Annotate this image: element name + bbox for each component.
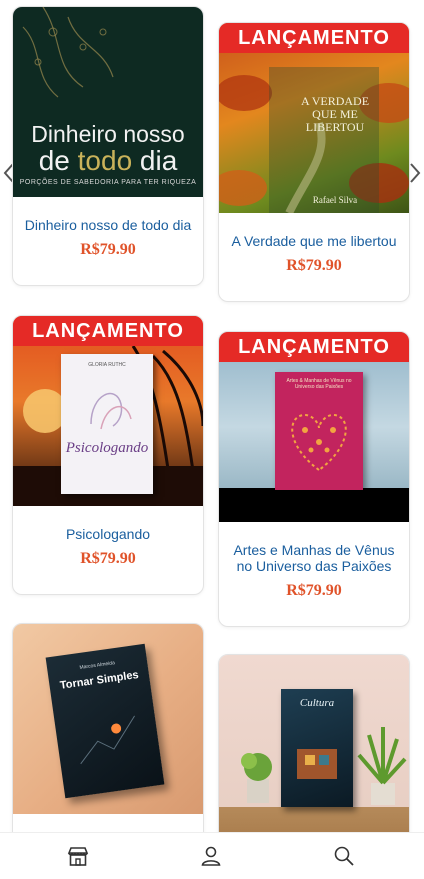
product-price: R$79.90 bbox=[286, 582, 342, 599]
cover-heading: A VERDADE QUE ME LIBERTOU bbox=[300, 94, 370, 134]
cover-subtitle: PORÇÕES DE SABEDORIA PARA TER RIQUEZA bbox=[19, 179, 197, 186]
cover-author: Rafael Silva bbox=[312, 195, 358, 205]
product-card[interactable]: LANÇAMENTO Artes & Manhas de Vênus no Un… bbox=[218, 331, 410, 627]
product-image[interactable]: LANÇAMENTO Artes & Manhas de Vênus no Un… bbox=[219, 332, 409, 522]
book-cover: Artes & Manhas de Vênus no Universo das … bbox=[275, 372, 363, 490]
product-image[interactable]: LANÇAMENTO GLORIA RUTHC Psicologando bbox=[13, 316, 203, 506]
launch-ribbon: LANÇAMENTO bbox=[13, 316, 203, 346]
product-image[interactable]: Dinheiro nosso de todo dia PORÇÕES DE SA… bbox=[13, 7, 203, 197]
cover-line-2: de todo dia bbox=[38, 145, 178, 176]
cover-line-1: Dinheiro nosso bbox=[31, 121, 185, 147]
product-title[interactable]: A Verdade que me libertou bbox=[219, 233, 409, 249]
product-image[interactable]: LANÇAMENTO A VERDADE QUE ME LIBERTOU Raf… bbox=[219, 23, 409, 213]
book-cover: Marcos Almeida Tornar Simples bbox=[45, 643, 165, 799]
product-price: R$79.90 bbox=[80, 550, 136, 567]
product-image[interactable]: Cultura bbox=[219, 655, 409, 845]
launch-ribbon: LANÇAMENTO bbox=[219, 332, 409, 362]
book-cover: Cultura bbox=[281, 689, 353, 807]
launch-ribbon: LANÇAMENTO bbox=[219, 23, 409, 53]
book-cover: GLORIA RUTHC Psicologando bbox=[61, 354, 153, 494]
product-image[interactable]: Marcos Almeida Tornar Simples bbox=[13, 624, 203, 814]
user-icon[interactable] bbox=[199, 844, 223, 868]
search-icon[interactable] bbox=[332, 844, 356, 868]
product-card[interactable]: LANÇAMENTO A VERDADE QUE ME LIBERTOU Raf… bbox=[218, 22, 410, 302]
product-card[interactable]: Marcos Almeida Tornar Simples bbox=[12, 623, 204, 855]
product-title[interactable]: Artes e Manhas de Vênus no Universo das … bbox=[219, 542, 409, 574]
chevron-right-icon[interactable] bbox=[408, 162, 422, 184]
product-price: R$79.90 bbox=[80, 241, 136, 258]
product-card[interactable]: Cultura bbox=[218, 654, 410, 856]
product-card[interactable]: LANÇAMENTO GLORIA RUTHC Psicologando Psi… bbox=[12, 315, 204, 595]
product-card[interactable]: Dinheiro nosso de todo dia PORÇÕES DE SA… bbox=[12, 6, 204, 286]
store-icon[interactable] bbox=[66, 844, 90, 868]
product-title[interactable]: Psicologando bbox=[13, 526, 203, 542]
bottom-navigation bbox=[0, 832, 424, 879]
product-price: R$79.90 bbox=[286, 257, 342, 274]
product-title[interactable]: Dinheiro nosso de todo dia bbox=[13, 217, 203, 233]
